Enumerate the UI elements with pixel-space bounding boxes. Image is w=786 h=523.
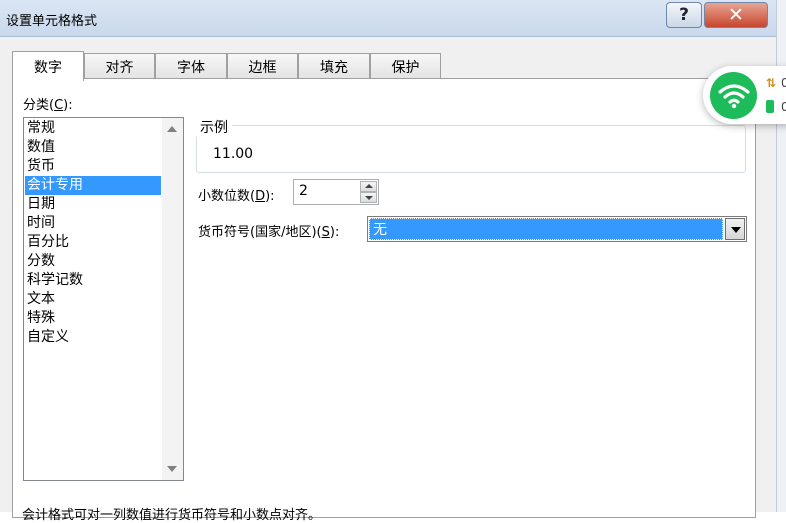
- decimal-places-label: 小数位数(D):: [198, 189, 275, 204]
- category-item-special[interactable]: 特殊: [25, 309, 161, 328]
- title-bar: 设置单元格格式 ? ✕: [0, 0, 776, 37]
- scroll-up-arrow-icon[interactable]: [167, 126, 177, 132]
- tab-border[interactable]: 边框: [227, 53, 298, 79]
- category-item-date[interactable]: 日期: [25, 195, 161, 214]
- close-button[interactable]: ✕: [704, 2, 768, 28]
- transfer-icon: ⇅: [766, 76, 777, 90]
- wifi-badge[interactable]: [710, 72, 757, 119]
- decimal-places-value[interactable]: 2: [299, 183, 308, 199]
- dropdown-button[interactable]: [725, 218, 745, 240]
- help-button[interactable]: ?: [666, 2, 702, 28]
- category-item-number[interactable]: 数值: [25, 138, 161, 157]
- category-list: 常规 数值 货币 会计专用 日期 时间 百分比 分数 科学记数 文本 特殊 自定…: [25, 119, 161, 347]
- category-item-accounting[interactable]: 会计专用: [25, 176, 161, 195]
- widget-row1-text: 0: [781, 76, 786, 90]
- category-item-general[interactable]: 常规: [25, 119, 161, 138]
- sample-value: 11.00: [213, 146, 254, 162]
- category-item-time[interactable]: 时间: [25, 214, 161, 233]
- dialog-body: 数字 对齐 字体 边框 填充 保护 分类(C): 常规 数值 货币 会计专用 日…: [0, 37, 776, 518]
- currency-symbol-dropdown[interactable]: 无: [367, 216, 747, 242]
- format-description: 会计格式可对一列数值进行货币符号和小数点对齐。: [22, 508, 322, 523]
- number-tab-panel: 分类(C): 常规 数值 货币 会计专用 日期 时间 百分比 分数 科学记数 文…: [12, 78, 756, 518]
- spin-up-icon: [365, 184, 373, 188]
- category-item-custom[interactable]: 自定义: [25, 328, 161, 347]
- category-item-fraction[interactable]: 分数: [25, 252, 161, 271]
- tab-alignment[interactable]: 对齐: [84, 53, 155, 79]
- category-item-text[interactable]: 文本: [25, 290, 161, 309]
- category-item-scientific[interactable]: 科学记数: [25, 271, 161, 290]
- scroll-down-arrow-icon[interactable]: [167, 466, 177, 472]
- category-listbox[interactable]: 常规 数值 货币 会计专用 日期 时间 百分比 分数 科学记数 文本 特殊 自定…: [23, 117, 184, 481]
- currency-symbol-label: 货币符号(国家/地区)(S):: [198, 225, 340, 240]
- spinner-buttons: [360, 181, 377, 203]
- category-item-currency[interactable]: 货币: [25, 157, 161, 176]
- widget-row2-text: 0: [781, 100, 786, 114]
- category-item-percentage[interactable]: 百分比: [25, 233, 161, 252]
- spin-down-icon: [365, 196, 373, 200]
- battery-icon: [766, 100, 774, 113]
- sample-legend: 示例: [196, 117, 232, 137]
- tab-number[interactable]: 数字: [12, 51, 84, 81]
- chevron-down-icon: [731, 227, 741, 233]
- tab-font[interactable]: 字体: [155, 53, 227, 79]
- tab-fill[interactable]: 填充: [298, 53, 370, 79]
- spin-up-button[interactable]: [360, 181, 377, 192]
- sample-group: [196, 125, 746, 173]
- decimal-places-spinner[interactable]: 2: [293, 179, 379, 205]
- network-widget[interactable]: ⇅ 0 0: [703, 66, 786, 124]
- dialog-title: 设置单元格格式: [6, 14, 98, 29]
- category-scrollbar[interactable]: [162, 118, 183, 480]
- wifi-icon: [717, 83, 750, 108]
- category-label: 分类(C):: [23, 98, 73, 113]
- currency-symbol-value[interactable]: 无: [369, 218, 723, 240]
- tab-protection[interactable]: 保护: [370, 53, 441, 79]
- spin-down-button[interactable]: [360, 192, 377, 203]
